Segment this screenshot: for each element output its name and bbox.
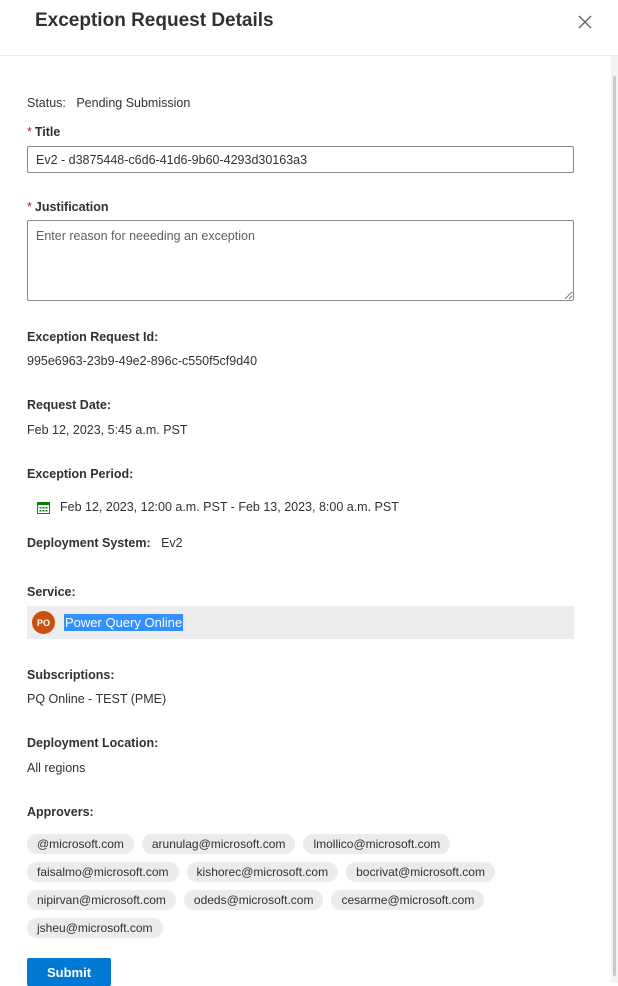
required-marker: * bbox=[27, 200, 32, 214]
exception-period-row: Feb 12, 2023, 12:00 a.m. PST - Feb 13, 2… bbox=[37, 500, 399, 514]
close-icon[interactable] bbox=[576, 13, 594, 31]
approvers-list: @microsoft.com arunulag@microsoft.com lm… bbox=[27, 834, 567, 938]
required-marker: * bbox=[27, 125, 32, 139]
request-date-value: Feb 12, 2023, 5:45 a.m. PST bbox=[27, 423, 188, 437]
approver-chip: cesarme@microsoft.com bbox=[331, 890, 485, 910]
exception-period-label: Exception Period: bbox=[27, 467, 134, 481]
approver-chip: odeds@microsoft.com bbox=[183, 890, 324, 910]
scrollbar[interactable] bbox=[611, 56, 618, 983]
status-label: Status: bbox=[27, 96, 66, 110]
status-row: Status: Pending Submission bbox=[27, 96, 190, 110]
submit-button[interactable]: Submit bbox=[27, 958, 111, 986]
approver-chip: bocrivat@microsoft.com bbox=[346, 862, 495, 882]
calendar-icon bbox=[37, 501, 50, 514]
status-value: Pending Submission bbox=[76, 96, 191, 110]
approver-chip: nipirvan@microsoft.com bbox=[27, 890, 176, 910]
justification-label-row: * Justification bbox=[27, 200, 109, 214]
exception-id-label: Exception Request Id: bbox=[27, 330, 159, 344]
justification-textarea[interactable] bbox=[27, 220, 574, 301]
deployment-location-label: Deployment Location: bbox=[27, 736, 159, 750]
deployment-system-value: Ev2 bbox=[161, 536, 183, 550]
title-label: Title bbox=[34, 125, 61, 139]
service-name: Power Query Online bbox=[64, 614, 184, 631]
deployment-location-value: All regions bbox=[27, 761, 86, 775]
approver-chip: arunulag@microsoft.com bbox=[141, 834, 296, 854]
panel-header: Exception Request Details bbox=[0, 0, 618, 56]
panel-title: Exception Request Details bbox=[35, 10, 274, 31]
approver-chip: faisalmo@microsoft.com bbox=[27, 862, 179, 882]
approver-chip: kishorec@microsoft.com bbox=[186, 862, 339, 882]
approvers-label: Approvers: bbox=[27, 805, 94, 819]
service-label: Service: bbox=[27, 585, 76, 599]
subscriptions-label: Subscriptions: bbox=[27, 668, 115, 682]
exception-id-value: 995e6963-23b9-49e2-896c-c550f5cf9d40 bbox=[27, 354, 258, 368]
approver-chip: @microsoft.com bbox=[27, 834, 134, 854]
title-label-row: * Title bbox=[27, 125, 60, 139]
approver-chip: jsheu@microsoft.com bbox=[27, 918, 163, 938]
request-date-label: Request Date: bbox=[27, 398, 112, 412]
subscriptions-value: PQ Online - TEST (PME) bbox=[27, 692, 167, 706]
justification-label: Justification bbox=[34, 200, 109, 214]
scrollbar-thumb[interactable] bbox=[613, 76, 616, 976]
title-input[interactable] bbox=[27, 146, 574, 173]
service-item[interactable]: PO Power Query Online bbox=[27, 606, 574, 639]
deployment-system-row: Deployment System: Ev2 bbox=[27, 536, 183, 550]
exception-period-value: Feb 12, 2023, 12:00 a.m. PST - Feb 13, 2… bbox=[60, 500, 399, 514]
approver-chip: lmollico@microsoft.com bbox=[303, 834, 451, 854]
service-avatar: PO bbox=[32, 611, 55, 634]
deployment-system-label: Deployment System: bbox=[27, 536, 151, 550]
